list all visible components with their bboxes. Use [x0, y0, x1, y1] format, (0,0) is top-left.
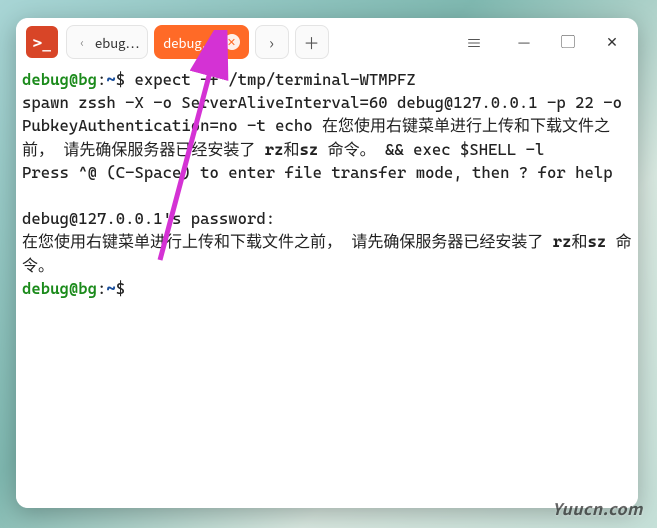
close-window-button[interactable]: ✕: [590, 22, 634, 62]
app-icon-glyph: >_: [33, 30, 52, 54]
prompt2-dollar: $: [116, 279, 125, 298]
terminal-output[interactable]: debug@bg:~$ expect -f /tmp/terminal-WTMP…: [16, 66, 638, 508]
spawn-tail: 命令。 && exec $SHELL -l: [318, 140, 544, 159]
tab-add-button[interactable]: ＋: [295, 25, 329, 59]
tab-inactive-label: ebug…: [95, 33, 139, 52]
and-2: 和: [572, 232, 588, 251]
prompt-path: ~: [106, 70, 115, 89]
tab-next-button[interactable]: ›: [255, 25, 289, 59]
password-prompt: debug@127.0.0.1's password:: [22, 209, 275, 228]
chevron-left-icon: ‹: [75, 35, 89, 49]
prompt-dollar: $: [116, 70, 125, 89]
tab-active[interactable]: debug… ✕: [154, 25, 248, 59]
terminal-window: >_ ‹ ebug… debug… ✕ › ＋ ≡ —: [16, 18, 638, 508]
hamburger-menu-button[interactable]: ≡: [454, 22, 494, 62]
prompt-user: debug: [22, 70, 69, 89]
cmd-line-1: expect -f /tmp/terminal-WTMPFZ: [125, 70, 416, 89]
titlebar: >_ ‹ ebug… debug… ✕ › ＋ ≡ —: [16, 18, 638, 66]
tab-inactive[interactable]: ‹ ebug…: [66, 25, 148, 59]
close-window-icon: ✕: [606, 32, 618, 52]
window-controls: — ▢ ✕: [502, 22, 634, 62]
sz-bold-2: sz: [588, 232, 607, 251]
app-icon: >_: [26, 26, 58, 58]
and-1: 和: [284, 140, 300, 159]
rz-bold-2: rz: [553, 232, 572, 251]
prompt-sep: :: [97, 70, 106, 89]
tabs-container: ‹ ebug… debug… ✕ › ＋: [66, 25, 329, 59]
prompt2-user: debug: [22, 279, 69, 298]
minimize-button[interactable]: —: [502, 22, 546, 62]
sz-bold-1: sz: [300, 140, 319, 159]
prompt-at: @: [69, 70, 78, 89]
chevron-right-icon: ›: [269, 30, 274, 54]
prompt2-at: @: [69, 279, 78, 298]
prompt2-sep: :: [97, 279, 106, 298]
maximize-icon: ▢: [561, 32, 575, 52]
maximize-button[interactable]: ▢: [546, 22, 590, 62]
plus-icon: ＋: [304, 30, 320, 54]
close-icon[interactable]: ✕: [224, 34, 240, 50]
prompt2-path: ~: [106, 279, 115, 298]
watermark: Yuucn.com: [552, 496, 643, 520]
rz-bold-1: rz: [265, 140, 284, 159]
msg2: 在您使用右键菜单进行上传和下载文件之前， 请先确保服务器已经安装了: [22, 232, 553, 251]
press-line: Press ^@ (C-Space) to enter file transfe…: [22, 163, 613, 182]
tab-active-label: debug…: [163, 33, 215, 52]
hamburger-icon: ≡: [466, 30, 482, 54]
prompt-host: bg: [78, 70, 97, 89]
prompt2-host: bg: [78, 279, 97, 298]
minimize-icon: —: [518, 32, 531, 52]
